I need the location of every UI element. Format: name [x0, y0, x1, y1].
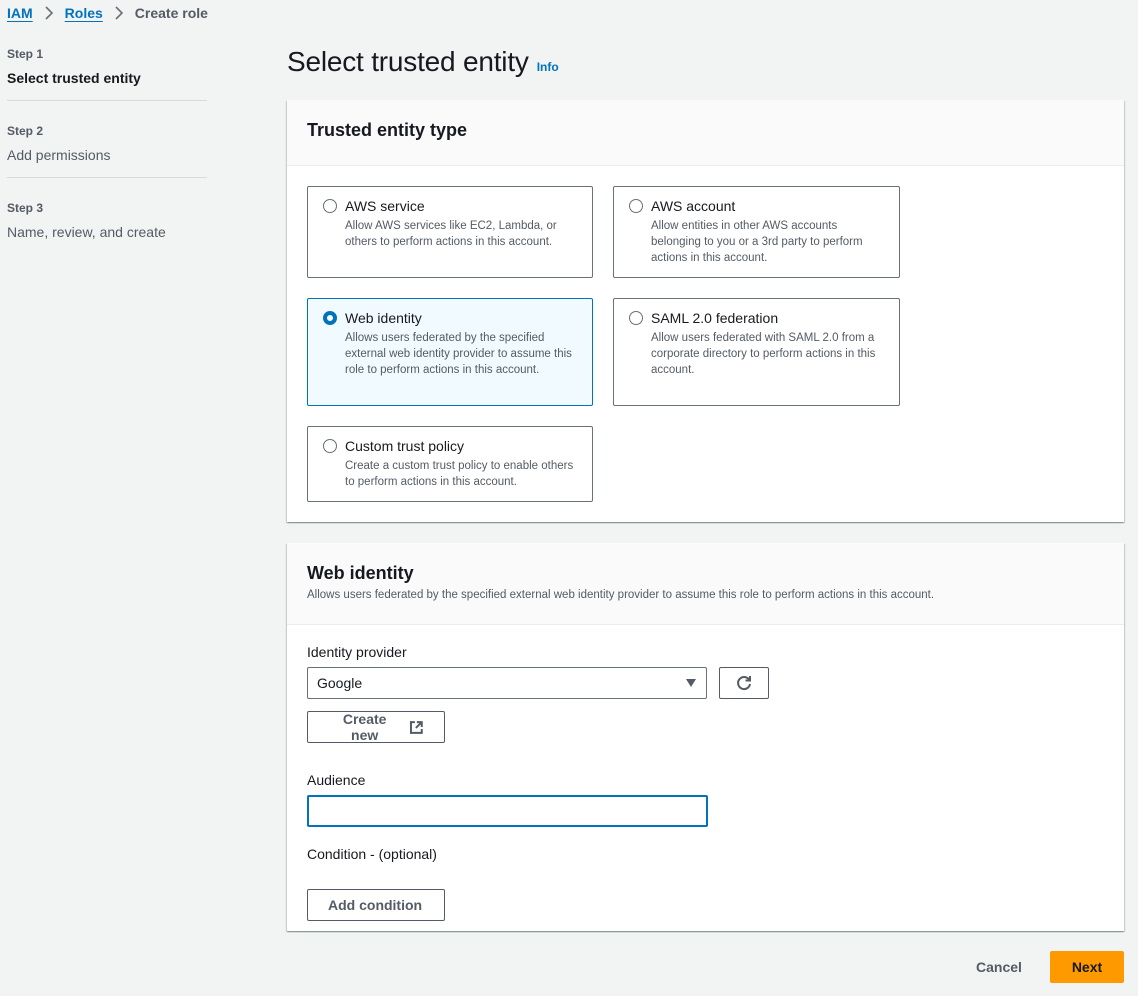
step-1: Step 1 Select trusted entity — [7, 46, 207, 101]
radio-button[interactable] — [323, 439, 337, 453]
tile-web-identity[interactable]: Web identity Allows users federated by t… — [307, 298, 593, 406]
caret-down-icon — [686, 679, 696, 687]
add-condition-button[interactable]: Add condition — [307, 889, 445, 921]
panel-title: Trusted entity type — [307, 120, 468, 140]
step-title: Add permissions — [7, 147, 111, 163]
breadcrumb-iam-link[interactable]: IAM — [7, 5, 33, 21]
page-title: Select trusted entity — [287, 46, 529, 77]
step-3: Step 3 Name, review, and create — [7, 200, 207, 254]
entity-type-tiles: AWS service Allow AWS services like EC2,… — [307, 186, 900, 502]
step-2: Step 2 Add permissions — [7, 123, 207, 178]
step-title: Name, review, and create — [7, 224, 166, 240]
tile-label: Web identity — [345, 310, 422, 326]
info-link[interactable]: Info — [537, 60, 559, 74]
external-link-icon — [410, 720, 424, 734]
create-new-button[interactable]: Create new — [307, 711, 445, 743]
identity-provider-label: Identity provider — [307, 644, 407, 660]
identity-provider-select[interactable]: Google — [307, 667, 707, 699]
refresh-button[interactable] — [719, 667, 769, 699]
tile-description: Allow entities in other AWS accounts bel… — [651, 220, 863, 264]
radio-button[interactable] — [629, 311, 643, 325]
step-number: Step 1 — [7, 47, 44, 61]
tile-description: Allow AWS services like EC2, Lambda, or … — [345, 220, 557, 248]
trusted-entity-type-panel: Trusted entity type AWS service Allow AW… — [287, 100, 1124, 522]
breadcrumb: IAM Roles Create role — [7, 5, 208, 21]
panel-header: Web identity Allows users federated by t… — [287, 543, 1124, 625]
tile-aws-account[interactable]: AWS account Allow entities in other AWS … — [613, 186, 900, 278]
panel-description: Allows users federated by the specified … — [307, 589, 935, 601]
step-number: Step 2 — [7, 124, 44, 138]
create-new-label: Create new — [342, 711, 387, 743]
identity-provider-value: Google — [317, 675, 363, 691]
refresh-icon — [737, 676, 751, 691]
radio-button-selected[interactable] — [323, 311, 337, 325]
radio-button[interactable] — [323, 199, 337, 213]
next-button[interactable]: Next — [1050, 951, 1124, 983]
step-number: Step 3 — [7, 201, 44, 215]
tile-description: Allow users federated with SAML 2.0 from… — [651, 332, 876, 376]
tile-label: AWS service — [345, 198, 425, 214]
breadcrumb-roles-link[interactable]: Roles — [65, 5, 103, 21]
identity-provider-row: Google — [307, 667, 1087, 699]
web-identity-panel: Web identity Allows users federated by t… — [287, 543, 1124, 931]
audience-label: Audience — [307, 772, 366, 788]
panel-header: Trusted entity type — [287, 100, 1124, 166]
cancel-button[interactable]: Cancel — [962, 951, 1036, 983]
tile-label: SAML 2.0 federation — [651, 310, 779, 326]
tile-label: Custom trust policy — [345, 438, 465, 454]
step-title: Select trusted entity — [7, 70, 141, 86]
chevron-right-icon — [115, 6, 123, 20]
radio-button[interactable] — [629, 199, 643, 213]
tile-label: AWS account — [651, 198, 736, 214]
condition-label: Condition - (optional) — [307, 846, 437, 862]
tile-aws-service[interactable]: AWS service Allow AWS services like EC2,… — [307, 186, 593, 278]
panel-title: Web identity — [307, 563, 414, 583]
tile-description: Allows users federated by the specified … — [345, 332, 572, 376]
tile-description: Create a custom trust policy to enable o… — [345, 460, 574, 488]
web-identity-form: Identity provider Google Create new Audi… — [307, 643, 1087, 921]
breadcrumb-current: Create role — [134, 5, 208, 21]
page-header: Select trusted entity Info — [287, 46, 559, 78]
audience-input[interactable] — [307, 795, 708, 827]
wizard-steps: Step 1 Select trusted entity Step 2 Add … — [7, 46, 207, 276]
tile-custom-trust-policy[interactable]: Custom trust policy Create a custom trus… — [307, 426, 593, 502]
chevron-right-icon — [45, 6, 53, 20]
tile-saml-federation[interactable]: SAML 2.0 federation Allow users federate… — [613, 298, 900, 406]
